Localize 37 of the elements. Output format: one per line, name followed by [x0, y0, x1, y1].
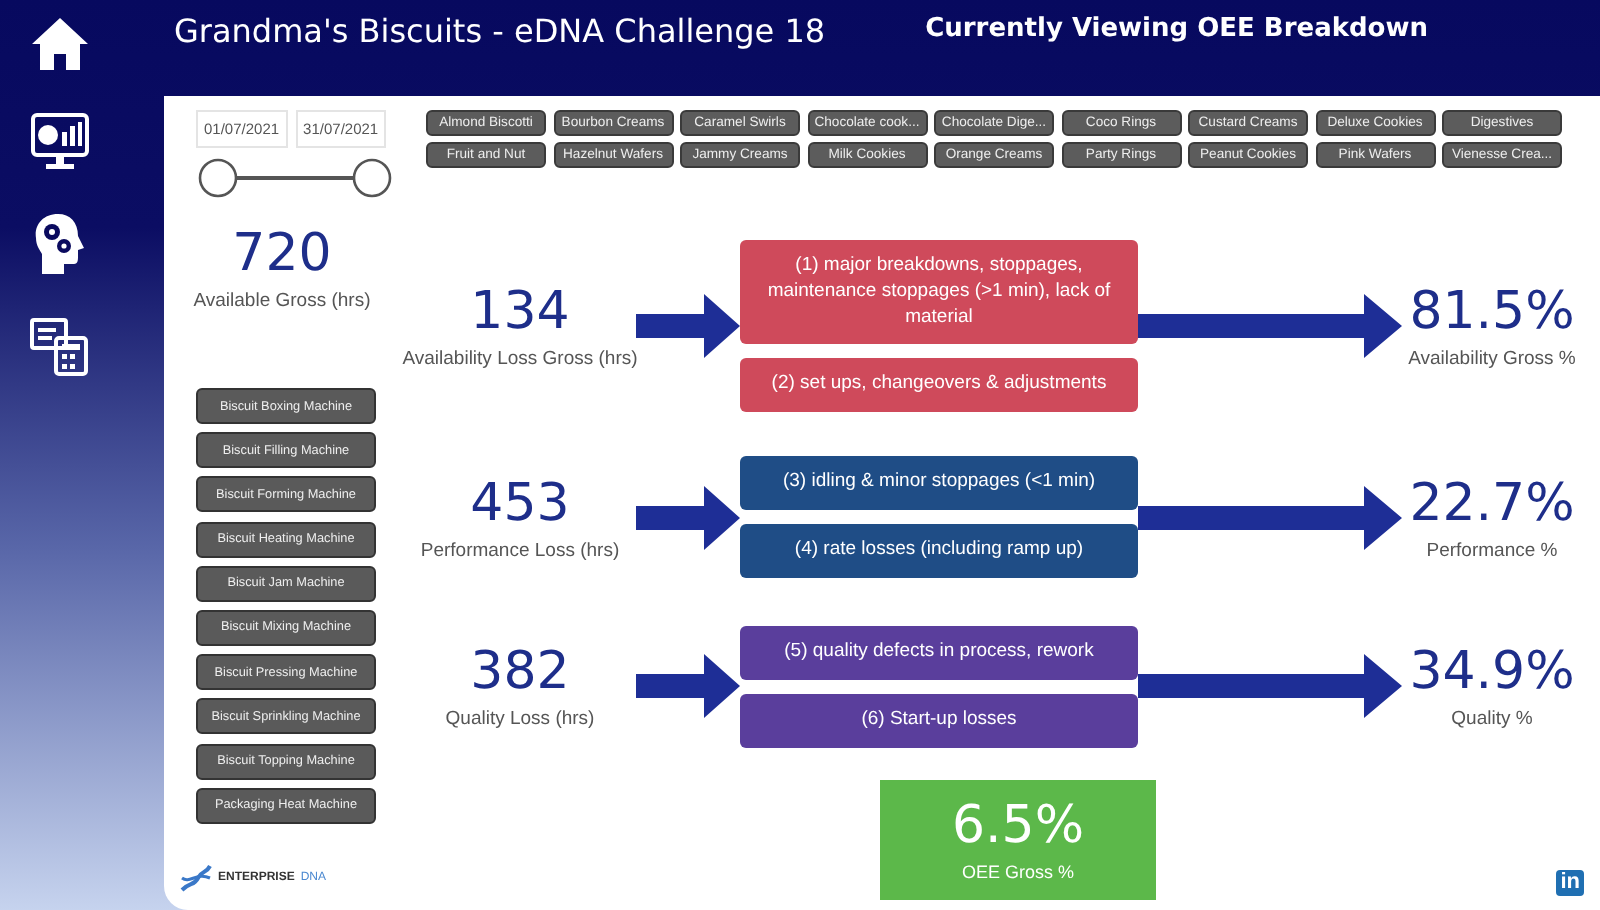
result-label: Availability Gross % [1408, 348, 1576, 371]
loss-value: 134 [470, 282, 570, 343]
result-percent: 22.7% [1409, 473, 1575, 534]
loss-category-box: (1) major breakdowns, stoppages, maintenance stoppages (>1 min), lack of material [740, 240, 1138, 345]
loss-category-box: (3) idling & minor stoppages (<1 min) [740, 456, 1138, 511]
dna-logo-icon [180, 863, 212, 892]
loss-label: Performance Loss (hrs) [420, 539, 620, 562]
result-percent: 81.5% [1409, 282, 1575, 343]
arrow-right-icon [1138, 652, 1402, 721]
result-label: Quality % [1451, 708, 1533, 731]
arrow-right-icon [1138, 292, 1402, 361]
linkedin-icon[interactable]: in [1556, 869, 1584, 895]
head-gears-icon[interactable] [30, 212, 90, 276]
monitor-chart-icon[interactable] [30, 112, 90, 172]
home-icon[interactable] [30, 16, 90, 72]
loss-category-box: (4) rate losses (including ramp up) [740, 524, 1138, 578]
date-range-slider[interactable] [196, 156, 396, 200]
arrow-right-icon [1138, 483, 1402, 552]
result-percent: 34.9% [1409, 642, 1575, 703]
arrow-right-icon [636, 652, 740, 721]
view-title: Currently Viewing OEE Breakdown [925, 14, 1428, 44]
oee-label: OEE Gross % [961, 862, 1074, 882]
available-gross-label: Available Gross (hrs) [193, 290, 371, 312]
loss-category-box: (2) set ups, changeovers & adjustments [740, 358, 1138, 413]
arrow-right-icon [636, 292, 740, 361]
loss-label: Quality Loss (hrs) [445, 708, 595, 731]
result-label: Performance % [1426, 539, 1558, 562]
loss-category-box: (5) quality defects in process, rework [740, 625, 1138, 680]
report-title: Grandma's Biscuits - eDNA Challenge 18 [174, 12, 826, 50]
loss-value: 453 [470, 473, 570, 534]
calculator-document-icon[interactable] [30, 316, 90, 376]
loss-label: Availability Loss Gross (hrs) [402, 348, 638, 371]
loss-value: 382 [470, 642, 570, 703]
available-gross-value: 720 [232, 224, 332, 284]
loss-category-box: (6) Start-up losses [740, 693, 1138, 747]
arrow-right-icon [636, 483, 740, 552]
oee-value: 6.5% [951, 796, 1085, 856]
